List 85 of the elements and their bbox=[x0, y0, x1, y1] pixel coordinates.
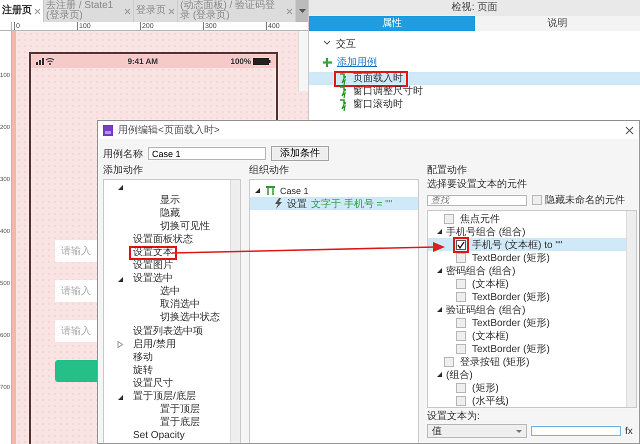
event-icon bbox=[339, 98, 348, 110]
action-item[interactable]: 旋转 bbox=[129, 366, 157, 376]
case-name-field[interactable]: Case 1 bbox=[148, 147, 266, 160]
section-label: 交互 bbox=[336, 38, 356, 51]
scrollbar[interactable] bbox=[626, 211, 636, 407]
close-icon bbox=[286, 8, 293, 14]
column-label: 配置动作 bbox=[427, 165, 468, 178]
action-item[interactable]: 设置面板状态 bbox=[129, 234, 197, 245]
action-item[interactable]: 显示 bbox=[156, 196, 184, 206]
action-item[interactable]: 启用/禁用 bbox=[129, 340, 180, 350]
document-tab[interactable]: 注册页 bbox=[0, 0, 44, 22]
action-item[interactable]: 设置列表选中项 bbox=[129, 326, 207, 337]
action-item[interactable]: 切换选中状态 bbox=[156, 313, 224, 324]
action-item[interactable]: 设置选中 bbox=[129, 274, 177, 284]
action-item[interactable]: 置于底层 bbox=[156, 418, 204, 428]
widget-row[interactable]: TextBorder (矩形) bbox=[428, 316, 626, 329]
caret-icon bbox=[298, 9, 306, 13]
checkbox-label: 隐藏未命名的元件 bbox=[545, 194, 625, 207]
action-item[interactable]: 切换可见性 bbox=[156, 222, 214, 232]
widget-row[interactable]: (文本框) bbox=[428, 329, 626, 342]
battery-percent: 100% bbox=[230, 56, 251, 66]
widget-row[interactable]: TextBorder (矩形) bbox=[428, 342, 626, 355]
panel-tab[interactable]: 说明 bbox=[474, 16, 640, 31]
add-case-link[interactable]: 添加用例 bbox=[337, 55, 377, 69]
scrollbar[interactable] bbox=[298, 31, 308, 91]
action-item[interactable]: 置于顶层/底层 bbox=[129, 392, 200, 402]
fx-button[interactable]: fx bbox=[625, 426, 633, 436]
search-field[interactable]: 查找 bbox=[427, 194, 527, 206]
close-icon[interactable] bbox=[625, 126, 634, 134]
widget-row[interactable]: (水平线) bbox=[428, 394, 626, 407]
event-icon bbox=[339, 72, 348, 84]
close-icon bbox=[34, 8, 41, 14]
add-condition-button[interactable]: 添加条件 bbox=[271, 146, 329, 161]
checkbox[interactable] bbox=[441, 211, 457, 226]
close-icon bbox=[124, 8, 132, 14]
column-label: 添加动作 bbox=[103, 165, 144, 178]
event-icon bbox=[339, 86, 348, 98]
action-item[interactable]: Set Opacity bbox=[129, 431, 189, 442]
value-type-dropdown[interactable]: 值 bbox=[427, 424, 527, 438]
plus-icon bbox=[323, 58, 332, 66]
signal-wifi-icon bbox=[36, 57, 55, 65]
checkmark-icon bbox=[457, 240, 465, 248]
checkbox[interactable] bbox=[453, 236, 469, 252]
lightning-icon bbox=[274, 198, 283, 209]
section-header[interactable]: 交互 bbox=[309, 31, 640, 51]
case-label[interactable]: Case 1 bbox=[280, 186, 309, 196]
action-item[interactable]: 置于顶层 bbox=[156, 405, 204, 416]
case-icon bbox=[266, 186, 275, 195]
action-item[interactable]: 隐藏 bbox=[156, 208, 184, 219]
scrollbar[interactable] bbox=[230, 180, 240, 443]
event-item[interactable]: 窗口调整尺寸时 bbox=[309, 85, 640, 98]
widget-row[interactable]: 手机号 (文本框) to "" bbox=[428, 238, 626, 251]
action-item[interactable]: 设置图片 bbox=[129, 261, 177, 272]
group-label[interactable]: 手机号组合 (组合) bbox=[446, 224, 526, 238]
widget-row[interactable]: 登录按钮 (矩形) bbox=[428, 355, 626, 368]
event-item[interactable]: 窗口滚动时 bbox=[309, 98, 640, 111]
dialog-title: 用例编辑<页面载入时> bbox=[118, 124, 220, 137]
action-item[interactable]: 取消选中 bbox=[156, 300, 204, 310]
column-label: 组织动作 bbox=[249, 165, 290, 178]
group-label[interactable]: 密码组合 (组合) bbox=[446, 264, 516, 278]
group-label[interactable]: 验证码组合 (组合) bbox=[446, 302, 526, 316]
widget-row[interactable]: TextBorder (矩形) bbox=[428, 290, 626, 303]
value-field[interactable] bbox=[531, 426, 621, 436]
status-time: 9:41 AM bbox=[128, 56, 158, 66]
action-item[interactable]: 设置尺寸 bbox=[129, 378, 177, 389]
instruction-text: 选择要设置文本的元件 bbox=[427, 179, 528, 191]
widget-row[interactable]: (矩形) bbox=[428, 381, 626, 394]
action-row[interactable]: 设置 文字于 手机号 = "" bbox=[250, 197, 418, 210]
battery-icon bbox=[252, 58, 271, 64]
action-item[interactable]: 设置文本 bbox=[129, 246, 177, 260]
field-label: 设置文本为: bbox=[427, 410, 481, 422]
field-label: 用例名称 bbox=[103, 148, 143, 160]
widget-row[interactable]: TextBorder (矩形) bbox=[428, 251, 626, 264]
widget-row[interactable]: (文本框) bbox=[428, 277, 626, 290]
group-label[interactable]: (组合) bbox=[446, 368, 473, 382]
action-item[interactable]: 选中 bbox=[156, 287, 184, 298]
caret-icon bbox=[516, 430, 522, 432]
widget-row[interactable]: 焦点元件 bbox=[428, 212, 626, 225]
event-item[interactable]: 页面载入时 bbox=[309, 72, 640, 85]
action-item[interactable]: 移动 bbox=[129, 352, 157, 363]
tab-list-dropdown[interactable] bbox=[296, 0, 308, 22]
checkbox[interactable] bbox=[532, 195, 542, 205]
app-logo-icon bbox=[103, 124, 113, 136]
close-icon bbox=[168, 8, 176, 14]
panel-title: 检视: 页面 bbox=[309, 0, 640, 16]
